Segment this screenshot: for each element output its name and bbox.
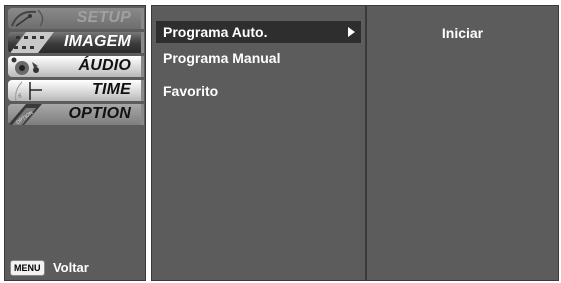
main-menu-panel: SETUP IMAGEM ÁUDIO 6 TIME OPTION OPTION …: [4, 5, 146, 281]
start-button[interactable]: Iniciar: [367, 25, 558, 41]
film-strip-icon: [10, 32, 54, 53]
list-item-label: Programa Auto.: [163, 24, 268, 40]
tab-imagem[interactable]: IMAGEM: [8, 32, 144, 53]
tab-setup-label: SETUP: [76, 9, 131, 26]
clock-icon: 6: [15, 81, 42, 101]
menu-key-icon: MENU: [10, 259, 45, 276]
speaker-icon: [11, 57, 39, 75]
back-hint[interactable]: MENU Voltar: [10, 259, 89, 276]
list-item-label: Programa Manual: [163, 50, 281, 66]
tab-audio[interactable]: ÁUDIO: [8, 56, 144, 77]
svg-text:6: 6: [18, 93, 22, 100]
list-item-favorito[interactable]: Favorito: [156, 80, 361, 102]
list-item-programa-manual[interactable]: Programa Manual: [156, 47, 361, 69]
tab-option-label: OPTION: [68, 105, 131, 122]
option-icon: OPTION: [8, 104, 42, 125]
arrow-right-icon: [348, 27, 355, 37]
list-item-programa-auto[interactable]: Programa Auto.: [156, 21, 361, 43]
tab-time-label: TIME: [91, 81, 131, 98]
back-label: Voltar: [52, 260, 89, 276]
tab-setup[interactable]: SETUP: [8, 8, 144, 29]
satellite-dish-icon: [11, 9, 44, 27]
tab-imagem-label: IMAGEM: [64, 33, 131, 50]
tab-time[interactable]: 6 TIME: [8, 80, 144, 101]
action-panel: Iniciar: [366, 5, 559, 281]
submenu-panel: Programa Auto. Programa Manual Favorito: [151, 5, 366, 281]
tab-option[interactable]: OPTION OPTION: [8, 104, 144, 125]
list-item-label: Favorito: [163, 83, 219, 99]
tab-audio-label: ÁUDIO: [78, 57, 131, 74]
